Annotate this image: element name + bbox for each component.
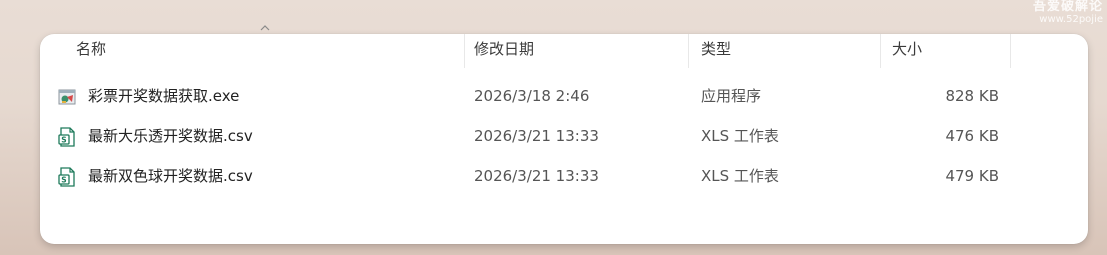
file-modified: 2026/3/21 13:33 <box>474 167 599 185</box>
watermark: 吾爱破解论 www.52pojie <box>1033 0 1103 25</box>
file-row[interactable]: 彩票开奖数据获取.exe 2026/3/18 2:46 应用程序 828 KB <box>40 76 1088 116</box>
watermark-text: 吾爱破解论 <box>1032 0 1103 14</box>
file-name[interactable]: 最新双色球开奖数据.csv <box>88 156 253 196</box>
file-modified: 2026/3/21 13:33 <box>474 127 599 145</box>
file-type: XLS 工作表 <box>701 167 779 185</box>
watermark-url: www.52pojie <box>1039 14 1103 25</box>
sort-chevron-icon[interactable] <box>260 24 270 32</box>
file-size: 479 KB <box>945 167 999 185</box>
column-header-modified[interactable]: 修改日期 <box>474 34 534 68</box>
file-size: 476 KB <box>945 127 999 145</box>
column-divider[interactable] <box>464 34 465 68</box>
file-row[interactable]: S 最新双色球开奖数据.csv 2026/3/21 13:33 XLS 工作表 … <box>40 156 1088 196</box>
file-row[interactable]: S 最新大乐透开奖数据.csv 2026/3/21 13:33 XLS 工作表 … <box>40 116 1088 156</box>
file-type: 应用程序 <box>701 87 762 105</box>
file-type: XLS 工作表 <box>701 127 779 145</box>
column-header-name[interactable]: 名称 <box>76 34 106 68</box>
column-divider[interactable] <box>1010 34 1011 68</box>
column-header-row: 名称 修改日期 类型 大小 <box>40 25 1088 68</box>
file-name[interactable]: 彩票开奖数据获取.exe <box>88 76 239 116</box>
column-divider[interactable] <box>880 34 881 68</box>
file-list-panel: 名称 修改日期 类型 大小 彩票开奖数据获取.exe 2026/3/18 2:4… <box>40 25 1088 244</box>
spreadsheet-file-icon: S <box>58 127 75 147</box>
file-modified: 2026/3/18 2:46 <box>474 87 590 105</box>
svg-text:S: S <box>61 136 66 145</box>
exe-app-icon <box>58 89 76 105</box>
file-size: 828 KB <box>945 87 999 105</box>
spreadsheet-file-icon: S <box>58 167 75 187</box>
column-header-size[interactable]: 大小 <box>892 34 922 68</box>
column-header-type[interactable]: 类型 <box>701 34 731 68</box>
file-name[interactable]: 最新大乐透开奖数据.csv <box>88 116 253 156</box>
svg-text:S: S <box>61 176 66 185</box>
column-divider[interactable] <box>688 34 689 68</box>
